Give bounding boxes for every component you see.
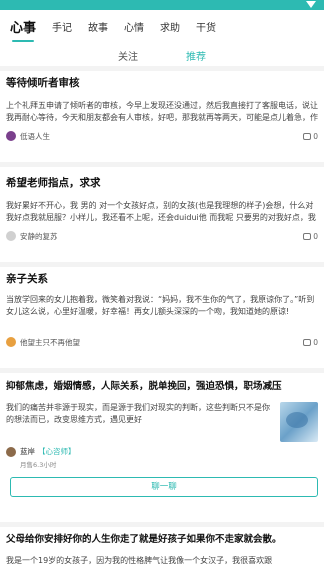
author-name[interactable]: 安静的复苏 [20, 231, 303, 242]
tab-xinshi[interactable]: 心事 [10, 17, 36, 42]
comment-count[interactable]: 0 [303, 132, 318, 141]
post-meta: 他望主只不再他望 0 [6, 336, 318, 348]
comment-count[interactable]: 0 [303, 232, 318, 241]
post-card[interactable]: 等待倾听者审核 上个礼拜五申请了倾听者的审核，今早上发现还没通过，然后我直接打了… [0, 76, 324, 156]
ad-content: 我们的痛苦并非源于现实，而是源于我们对现实的判断，这些判断只不是你的想法而已，改… [6, 402, 318, 442]
post-excerpt: 我好累好不开心，我 男的 对一个女孩好点，别的女孩(也是我理想的样子)会想，什么… [6, 201, 316, 222]
divider [0, 368, 324, 373]
chat-button[interactable]: 聊一聊 [10, 477, 318, 497]
post-meta: 低语人生 0 [6, 130, 318, 142]
post-card[interactable]: 希望老师指点，求求 我好累好不开心，我 男的 对一个女孩好点，别的女孩(也是我理… [0, 176, 324, 256]
post-excerpt: 上个礼拜五申请了倾听者的审核，今早上发现还没通过，然后我直接打了客服电话，说让我… [6, 101, 318, 122]
tab-shouji[interactable]: 手记 [52, 19, 72, 34]
tab-xinqing[interactable]: 心情 [124, 19, 144, 34]
post-title: 希望老师指点，求求 [6, 177, 101, 189]
counselor-tag: 【心咨师】 [38, 447, 76, 456]
sub-tab-recommend[interactable]: 推荐 [186, 48, 206, 63]
tab-qiuzhu[interactable]: 求助 [160, 19, 180, 34]
divider [0, 262, 324, 267]
tab-ganhuo[interactable]: 干货 [196, 19, 216, 34]
divider [0, 66, 324, 71]
post-card[interactable]: 父母给你安排好你的人生你走了就是好孩子如果你不走家就会散。 我是一个19岁的女孩… [0, 533, 324, 573]
post-meta: 安静的复苏 0 [6, 230, 318, 242]
divider [0, 522, 324, 527]
wifi-icon [306, 1, 316, 8]
avatar[interactable] [6, 231, 16, 241]
counselor-ad-card[interactable]: 抑郁焦虑，婚姻情感，人际关系，脱单挽回，强迫恐惧，职场减压 我们的痛苦并非源于现… [0, 380, 324, 518]
comment-number: 0 [313, 131, 318, 141]
post-excerpt: 当放学回来的女儿抱着我，微笑着对我说：“妈妈，我不生你的气了，我原谅你了。”听到… [6, 295, 315, 316]
post-title: 等待倾听者审核 [6, 77, 80, 89]
category-tabs: 心事 手记 故事 心情 求助 干货 [0, 12, 324, 42]
post-excerpt: 我是一个19岁的女孩子，因为我的性格脾气让我像一个女汉子，我很喜欢跟 [6, 556, 273, 565]
feed-sub-tabs: 关注 推荐 [0, 44, 324, 66]
comment-icon [303, 232, 312, 240]
divider [0, 162, 324, 167]
avatar[interactable] [6, 446, 16, 457]
post-title: 亲子关系 [6, 273, 48, 285]
avatar[interactable] [6, 337, 16, 347]
avatar[interactable] [6, 131, 16, 141]
tab-gushi[interactable]: 故事 [88, 19, 108, 34]
post-title: 父母给你安排好你的人生你走了就是好孩子如果你不走家就会散。 [6, 534, 282, 545]
comment-icon [303, 132, 312, 140]
status-bar [0, 0, 324, 10]
comment-number: 0 [313, 337, 318, 347]
ad-title: 抑郁焦虑，婚姻情感，人际关系，脱单挽回，强迫恐惧，职场减压 [6, 381, 282, 392]
counselor-info: 蓝岸 【心咨师】 [6, 446, 318, 457]
comment-number: 0 [313, 231, 318, 241]
counselor-stats: 月售6.3小时 [20, 461, 57, 469]
sub-tab-follow[interactable]: 关注 [118, 48, 138, 63]
author-name[interactable]: 低语人生 [20, 131, 303, 142]
post-card[interactable]: 亲子关系 当放学回来的女儿抱着我，微笑着对我说：“妈妈，我不生你的气了，我原谅你… [0, 272, 324, 364]
comment-count[interactable]: 0 [303, 338, 318, 347]
comment-icon [303, 338, 312, 346]
ad-thumbnail-image[interactable] [280, 402, 318, 442]
ad-excerpt: 我们的痛苦并非源于现实，而是源于我们对现实的判断，这些判断只不是你的想法而已，改… [6, 403, 270, 424]
author-name[interactable]: 他望主只不再他望 [20, 337, 303, 348]
counselor-name[interactable]: 蓝岸 [20, 446, 35, 457]
